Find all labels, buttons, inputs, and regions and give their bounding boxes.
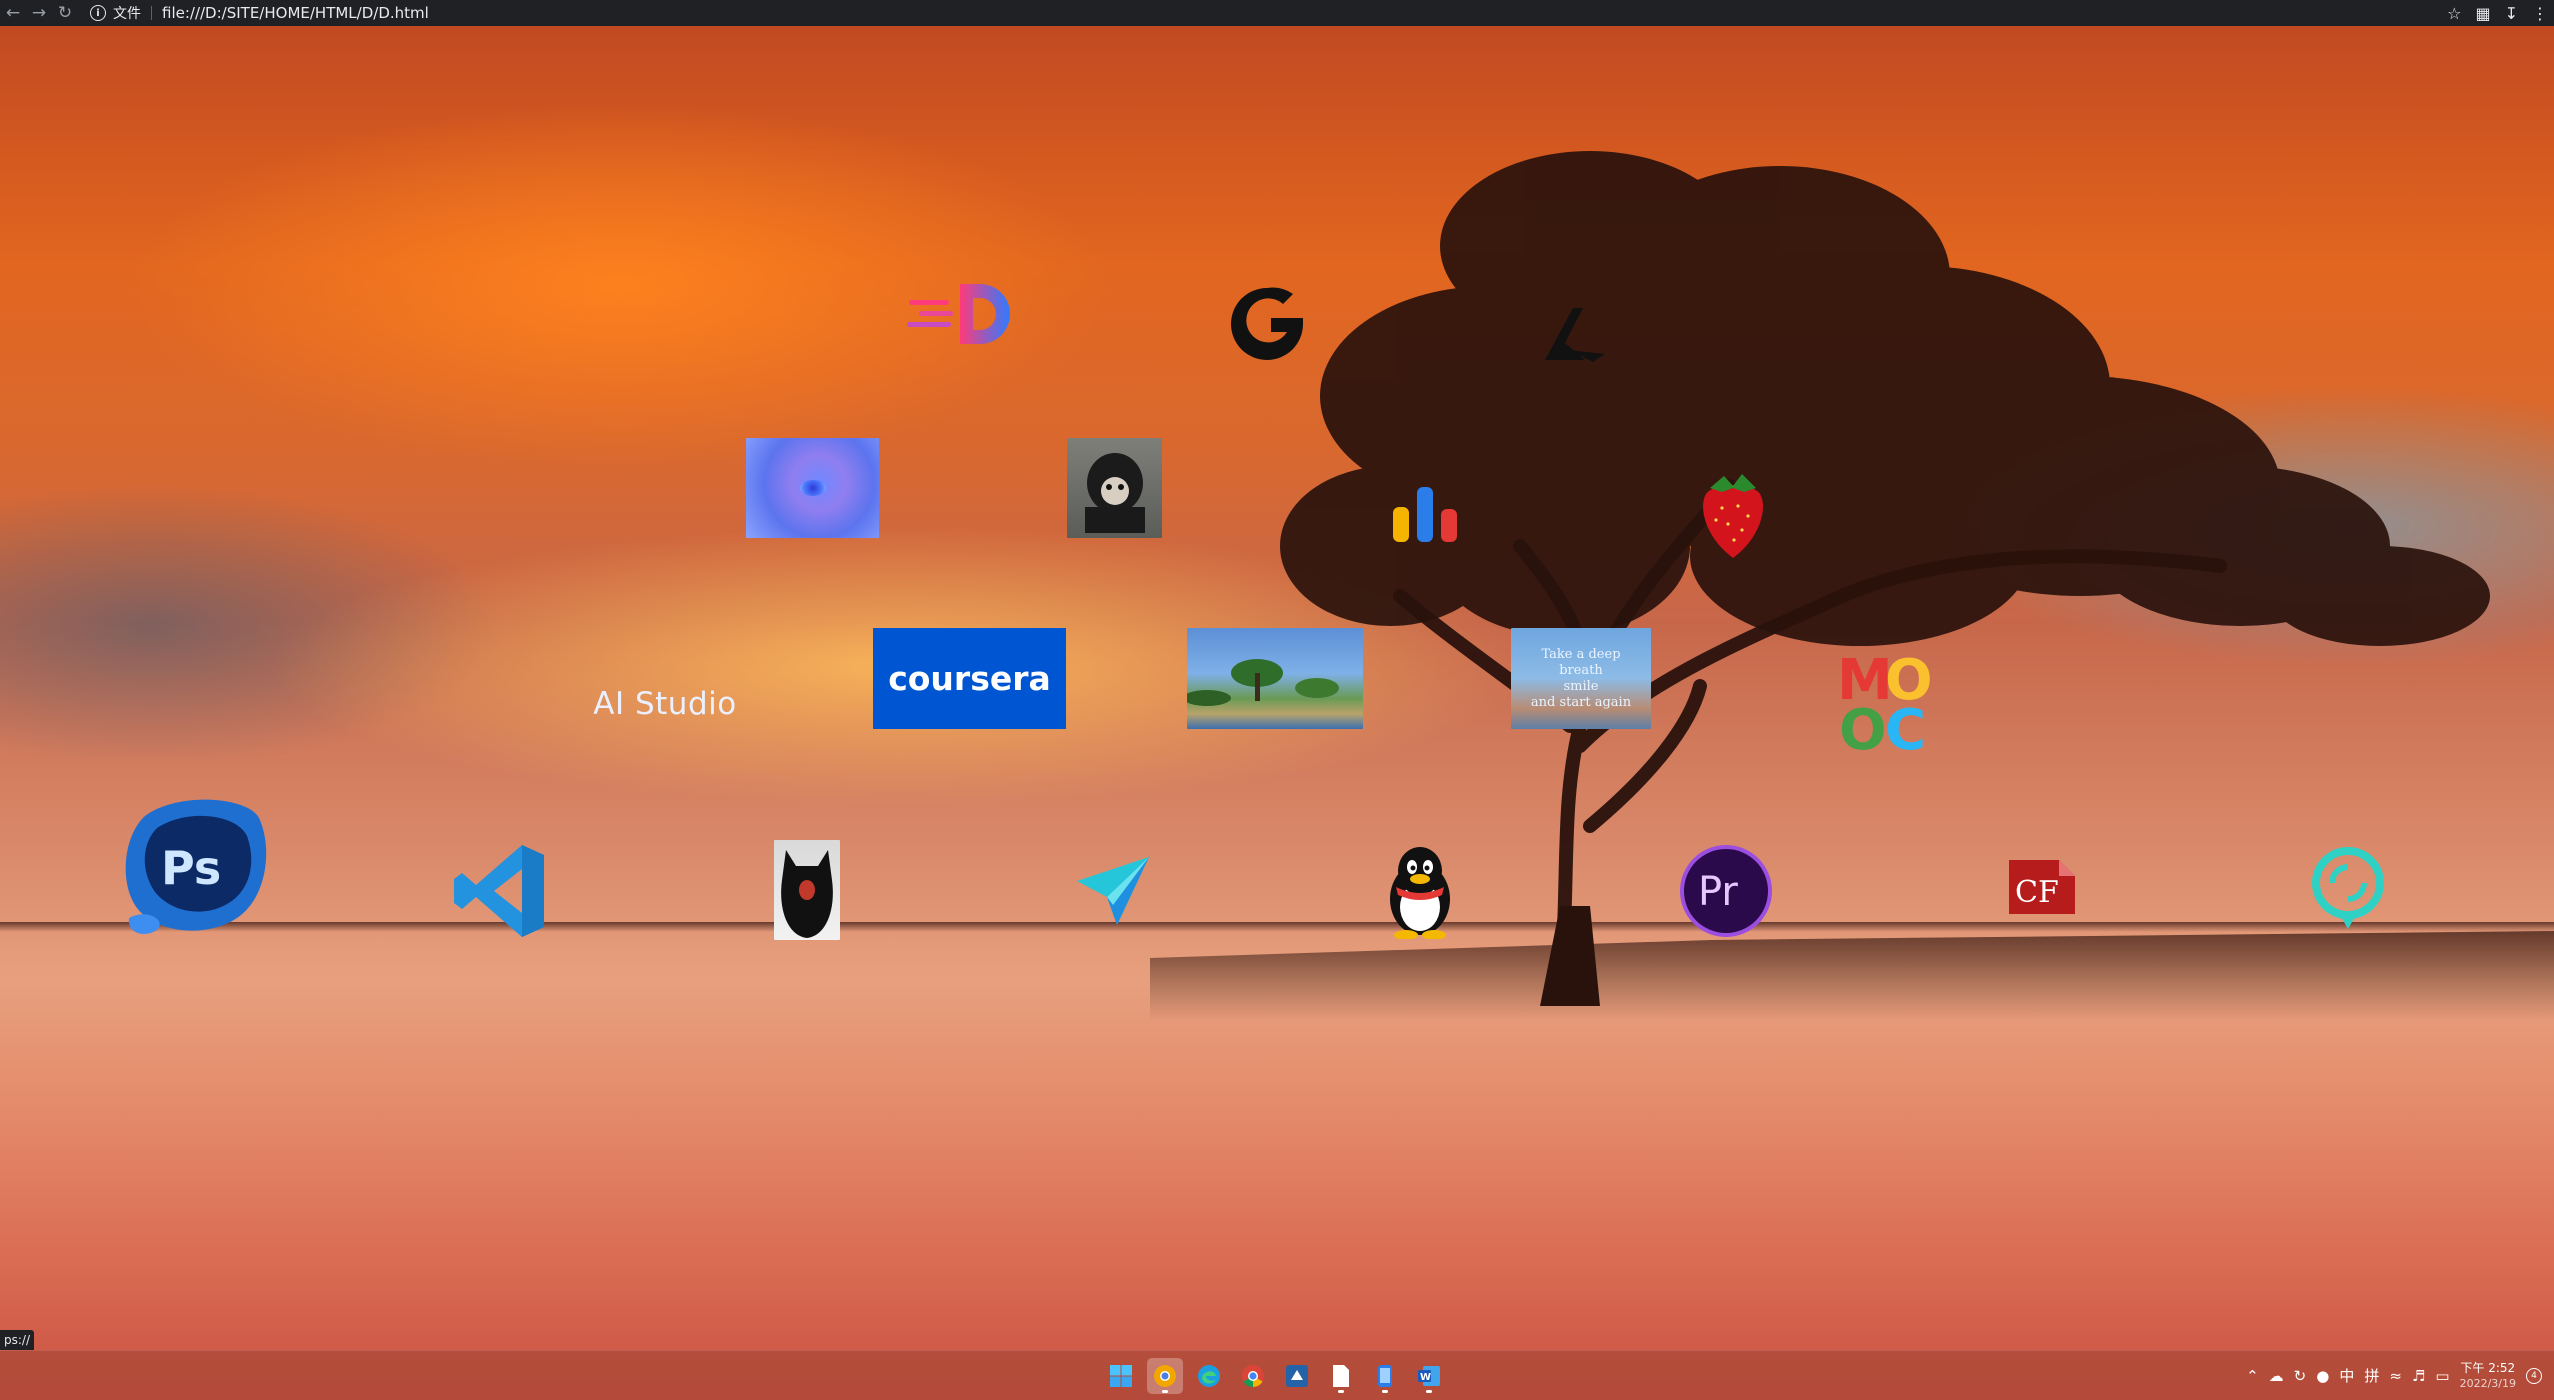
file-icon[interactable]: [1323, 1358, 1359, 1394]
ime-zh-label[interactable]: 中: [2339, 1365, 2354, 1386]
photoshop-label: Ps: [161, 841, 221, 895]
reload-icon[interactable]: ↻: [52, 0, 78, 26]
back-icon[interactable]: ←: [0, 0, 26, 26]
qq-penguin-icon[interactable]: [1375, 841, 1465, 941]
logitech-g-logo-icon[interactable]: [1222, 279, 1312, 369]
battery-icon[interactable]: ▭: [2435, 1367, 2449, 1385]
chrome-icon[interactable]: [1235, 1358, 1271, 1394]
photoshop-icon[interactable]: Ps: [115, 788, 275, 938]
strawberry-logo-icon[interactable]: [1690, 466, 1775, 561]
quote-line-1: Take a deep: [1541, 646, 1621, 662]
coldfusion-icon[interactable]: CF: [2002, 854, 2082, 920]
running-indicator: [1162, 1389, 1168, 1393]
clock-time: 下午 2:52: [2460, 1360, 2516, 1375]
svg-text:W: W: [1420, 1372, 1431, 1383]
blob-shape: [799, 480, 826, 496]
premiere-label: Pr: [1698, 869, 1738, 915]
wallpaper: AI Studio coursera Take a deep breath sm…: [0, 26, 2554, 1350]
sync-icon[interactable]: ↻: [2294, 1367, 2307, 1385]
address-separator: [151, 6, 152, 20]
penguin-tray-icon[interactable]: ●: [2316, 1367, 2329, 1385]
extensions-icon[interactable]: ▦: [2475, 4, 2490, 23]
lambda-logo-icon[interactable]: [1530, 288, 1620, 378]
running-indicator: [1426, 1389, 1432, 1393]
edge-icon[interactable]: [1191, 1358, 1227, 1394]
visual-studio-installer-icon[interactable]: [1279, 1358, 1315, 1394]
running-indicator: [1382, 1389, 1388, 1393]
blue-abstract-thumbnail[interactable]: [746, 438, 879, 538]
black-cat-photo[interactable]: [774, 840, 840, 940]
landscape-photo[interactable]: [1187, 628, 1363, 729]
coursera-logo[interactable]: coursera: [873, 628, 1066, 729]
bookmark-star-icon[interactable]: ☆: [2447, 4, 2461, 23]
forward-icon[interactable]: →: [26, 0, 52, 26]
phone-link-icon[interactable]: [1367, 1358, 1403, 1394]
status-url: ps://: [0, 1330, 34, 1350]
windows-start-icon[interactable]: [1103, 1358, 1139, 1394]
notification-icon[interactable]: 4: [2526, 1367, 2542, 1384]
toolbar-right: ☆ ▦ ↧ ⋮: [2447, 0, 2548, 26]
clock[interactable]: 下午 2:52 2022/3/19: [2460, 1361, 2516, 1391]
wifi-icon[interactable]: ≈: [2389, 1367, 2402, 1385]
chrome-canary-icon[interactable]: [1147, 1357, 1183, 1394]
quote-line-4: and start again: [1530, 694, 1632, 710]
menu-kebab-icon[interactable]: ⋮: [2532, 4, 2548, 23]
address-bar[interactable]: file:///D:/SITE/HOME/HTML/D/D.html: [162, 4, 429, 22]
ai-studio-label[interactable]: AI Studio: [570, 654, 760, 754]
mooc-logo[interactable]: M O O C: [1833, 648, 1943, 753]
browser-toolbar: ← → ↻ i 文件 file:///D:/SITE/HOME/HTML/D/D…: [0, 0, 2554, 26]
taskbar-apps: W: [1103, 1351, 1447, 1400]
bar-chart-logo-icon[interactable]: [1380, 474, 1470, 549]
quote-line-2: breath: [1559, 662, 1603, 678]
clock-date: 2022/3/19: [2459, 1376, 2516, 1390]
paper-plane-icon[interactable]: [1068, 848, 1158, 933]
chevron-up-icon[interactable]: ⌃: [2246, 1367, 2259, 1385]
vscode-icon[interactable]: [450, 838, 550, 943]
premiere-pro-icon[interactable]: Pr: [1678, 843, 1774, 939]
file-scheme-label: 文件: [113, 6, 141, 22]
ime-pinyin-label[interactable]: 拼: [2364, 1365, 2379, 1386]
word-icon[interactable]: W: [1411, 1358, 1447, 1394]
cyan-circle-app-icon[interactable]: [2308, 844, 2388, 934]
cloud-icon[interactable]: ☁: [2269, 1367, 2284, 1385]
quote-line-3: smile: [1563, 678, 1599, 694]
dribbble-d-logo-icon[interactable]: [905, 269, 1025, 359]
mooc-letter-c: C: [1885, 698, 1926, 753]
coldfusion-label: CF: [2015, 875, 2059, 910]
mooc-letter-o2: O: [1839, 698, 1887, 753]
volume-icon[interactable]: ♬: [2412, 1367, 2425, 1385]
monkey-photo[interactable]: [1067, 438, 1162, 538]
running-indicator: [1338, 1389, 1344, 1393]
info-icon[interactable]: i: [90, 5, 106, 21]
quote-wallpaper[interactable]: Take a deep breath smile and start again: [1511, 628, 1651, 729]
taskbar: W ⌃ ☁ ↻ ● 中 拼 ≈ ♬ ▭ 下午 2:52 2022/3/19 4: [0, 1350, 2554, 1400]
system-tray: ⌃ ☁ ↻ ● 中 拼 ≈ ♬ ▭ 下午 2:52 2022/3/19 4: [2246, 1351, 2554, 1400]
download-icon[interactable]: ↧: [2505, 4, 2518, 23]
